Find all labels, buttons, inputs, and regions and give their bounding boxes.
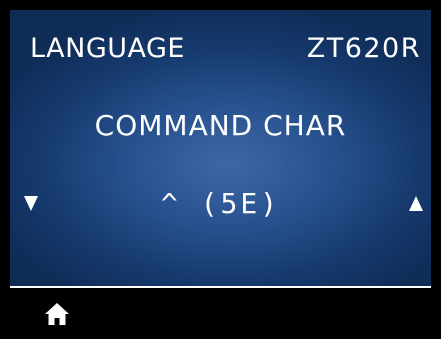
home-icon[interactable] [44,302,70,326]
menu-title: LANGUAGE [30,33,185,64]
triangle-up-icon[interactable] [409,196,423,211]
printer-model: ZT620R [306,33,421,64]
display-panel: LANGUAGE ZT620R COMMAND CHAR ^ (5E) [10,10,431,286]
footer-divider [10,286,431,288]
setting-value: ^ (5E) [160,187,281,220]
printer-display-screen: LANGUAGE ZT620R COMMAND CHAR ^ (5E) [10,10,431,329]
setting-name: COMMAND CHAR [94,109,347,142]
